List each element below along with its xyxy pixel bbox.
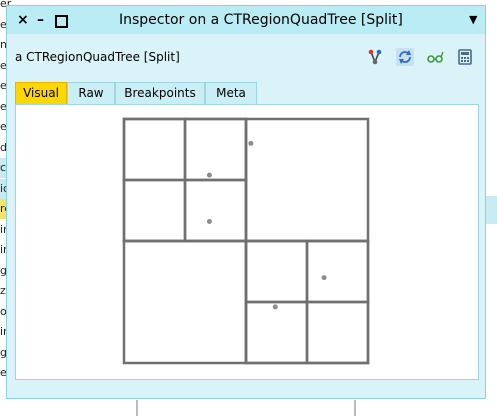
browse-icon[interactable] (366, 48, 384, 66)
quadtree-region (122, 239, 248, 365)
close-button[interactable]: × (17, 11, 29, 29)
quadtree-point (248, 140, 254, 146)
refresh-icon[interactable] (396, 48, 414, 66)
inspector-window: × – Inspector on a CTRegionQuadTree [Spl… (6, 5, 486, 399)
quadtree-region (244, 300, 309, 365)
window-menu-button[interactable]: ▼ (469, 13, 477, 26)
inspected-object-label: a CTRegionQuadTree [Split] (15, 50, 180, 64)
quadtree-region (183, 178, 248, 243)
quadtree-region (122, 117, 187, 182)
quadtree-point (321, 275, 327, 281)
tab-meta[interactable]: Meta (205, 82, 257, 104)
visual-pane (15, 104, 479, 380)
tab-breakpoints[interactable]: Breakpoints (115, 82, 205, 104)
quadtree-point (272, 304, 278, 310)
tab-raw[interactable]: Raw (67, 82, 115, 104)
inspector-header: a CTRegionQuadTree [Split] (7, 34, 485, 80)
quadtree-region (244, 239, 309, 304)
quadtree-region (244, 117, 370, 243)
background-divider (136, 400, 138, 416)
maximize-button[interactable] (55, 15, 68, 28)
quadtree-region (183, 117, 248, 182)
background-window-bottom (0, 400, 497, 416)
calculator-icon[interactable] (456, 48, 474, 66)
quadtree-region (305, 300, 370, 365)
minimize-button[interactable]: – (37, 11, 44, 29)
tab-visual[interactable]: Visual (15, 82, 67, 104)
window-title: Inspector on a CTRegionQuadTree [Split] (119, 12, 403, 28)
quadtree-region (122, 178, 187, 243)
title-bar[interactable]: × – Inspector on a CTRegionQuadTree [Spl… (7, 6, 485, 34)
background-divider (354, 400, 356, 416)
glasses-icon[interactable] (426, 48, 444, 66)
quadtree-point (206, 218, 212, 224)
quadtree-view (122, 117, 370, 365)
quadtree-region (305, 239, 370, 304)
quadtree-point (206, 172, 212, 178)
